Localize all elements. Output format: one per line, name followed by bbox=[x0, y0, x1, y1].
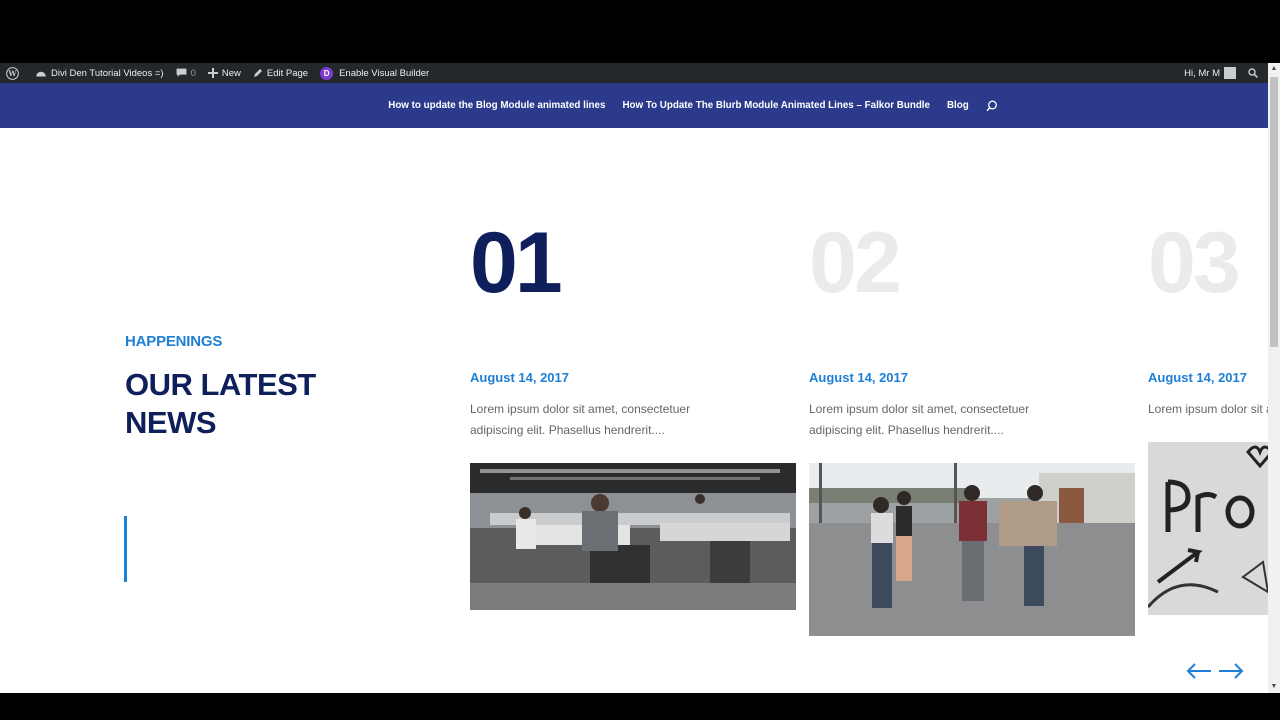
new-label: New bbox=[221, 67, 241, 79]
admin-bar-account[interactable]: Hi, Mr M bbox=[1178, 63, 1242, 83]
arrow-left-icon[interactable] bbox=[1186, 663, 1212, 684]
greeting-label: Hi, Mr M bbox=[1184, 67, 1220, 79]
admin-bar-comments[interactable]: 0 bbox=[170, 63, 202, 83]
post-date[interactable]: August 14, 2017 bbox=[809, 370, 1135, 385]
post-image-sketch[interactable] bbox=[1148, 442, 1280, 615]
scroll-down-icon[interactable]: ▼ bbox=[1268, 681, 1280, 693]
accent-line bbox=[124, 516, 127, 582]
admin-bar-new[interactable]: New bbox=[202, 63, 247, 83]
post-image-friends[interactable] bbox=[809, 463, 1135, 636]
arrow-right-icon[interactable] bbox=[1218, 663, 1244, 684]
admin-bar-visual-builder[interactable]: D Enable Visual Builder bbox=[314, 63, 435, 83]
post-image-office[interactable] bbox=[470, 463, 796, 610]
wordpress-logo-icon[interactable]: W bbox=[0, 63, 29, 83]
post-excerpt: Lorem ipsum dolor sit amet, consectetuer… bbox=[809, 402, 1030, 437]
post-date[interactable]: August 14, 2017 bbox=[1148, 370, 1280, 385]
dashboard-icon bbox=[36, 71, 46, 76]
visual-builder-label: Enable Visual Builder bbox=[339, 67, 430, 79]
post-excerpt: Lorem ipsum dolor sit amet, consectetuer… bbox=[470, 402, 691, 437]
post-card-3[interactable]: 03 August 14, 2017 Lorem ipsum dolor sit… bbox=[1148, 213, 1280, 615]
post-number: 01 bbox=[470, 215, 563, 311]
divi-logo-icon: D bbox=[320, 66, 334, 80]
post-number: 02 bbox=[809, 215, 902, 311]
svg-text:W: W bbox=[7, 69, 17, 78]
avatar bbox=[1224, 67, 1236, 79]
post-excerpt: Lorem ipsum dolor sit amet, consectetuer… bbox=[1148, 402, 1280, 416]
browser-viewport: W Divi Den Tutorial Videos =) 0 New Edit… bbox=[0, 63, 1280, 693]
nav-item-blurb-module-lines[interactable]: How To Update The Blurb Module Animated … bbox=[622, 100, 930, 111]
wp-admin-bar: W Divi Den Tutorial Videos =) 0 New Edit… bbox=[0, 63, 1268, 83]
admin-bar-edit-page[interactable]: Edit Page bbox=[247, 63, 314, 83]
site-name-label: Divi Den Tutorial Videos =) bbox=[51, 67, 164, 79]
admin-bar-site-name[interactable]: Divi Den Tutorial Videos =) bbox=[29, 63, 170, 83]
post-number: 03 bbox=[1148, 215, 1241, 311]
nav-item-blog-module-lines[interactable]: How to update the Blog Module animated l… bbox=[388, 100, 605, 111]
page-scrollbar[interactable]: ▲ ▼ bbox=[1268, 63, 1280, 693]
admin-bar-search[interactable] bbox=[1242, 63, 1268, 83]
scrollbar-thumb[interactable] bbox=[1270, 77, 1278, 347]
nav-search-icon[interactable] bbox=[986, 100, 998, 112]
scroll-up-icon[interactable]: ▲ bbox=[1268, 63, 1280, 75]
pencil-icon bbox=[253, 69, 262, 77]
main-nav: How to update the Blog Module animated l… bbox=[388, 100, 997, 112]
edit-page-label: Edit Page bbox=[266, 67, 309, 79]
post-card-1[interactable]: 01 August 14, 2017 Lorem ipsum dolor sit… bbox=[470, 213, 796, 610]
site-header: How to update the Blog Module animated l… bbox=[0, 83, 1268, 128]
search-icon bbox=[1248, 68, 1258, 78]
comments-count: 0 bbox=[190, 67, 196, 79]
plus-icon bbox=[207, 68, 218, 78]
comment-icon bbox=[176, 68, 187, 77]
slider-arrows bbox=[1186, 663, 1244, 684]
post-card-2[interactable]: 02 August 14, 2017 Lorem ipsum dolor sit… bbox=[809, 213, 1135, 636]
section-eyebrow: HAPPENINGS bbox=[125, 333, 223, 350]
nav-item-blog[interactable]: Blog bbox=[947, 100, 969, 111]
post-date[interactable]: August 14, 2017 bbox=[470, 370, 796, 385]
section-heading: OUR LATEST NEWS bbox=[125, 367, 316, 440]
